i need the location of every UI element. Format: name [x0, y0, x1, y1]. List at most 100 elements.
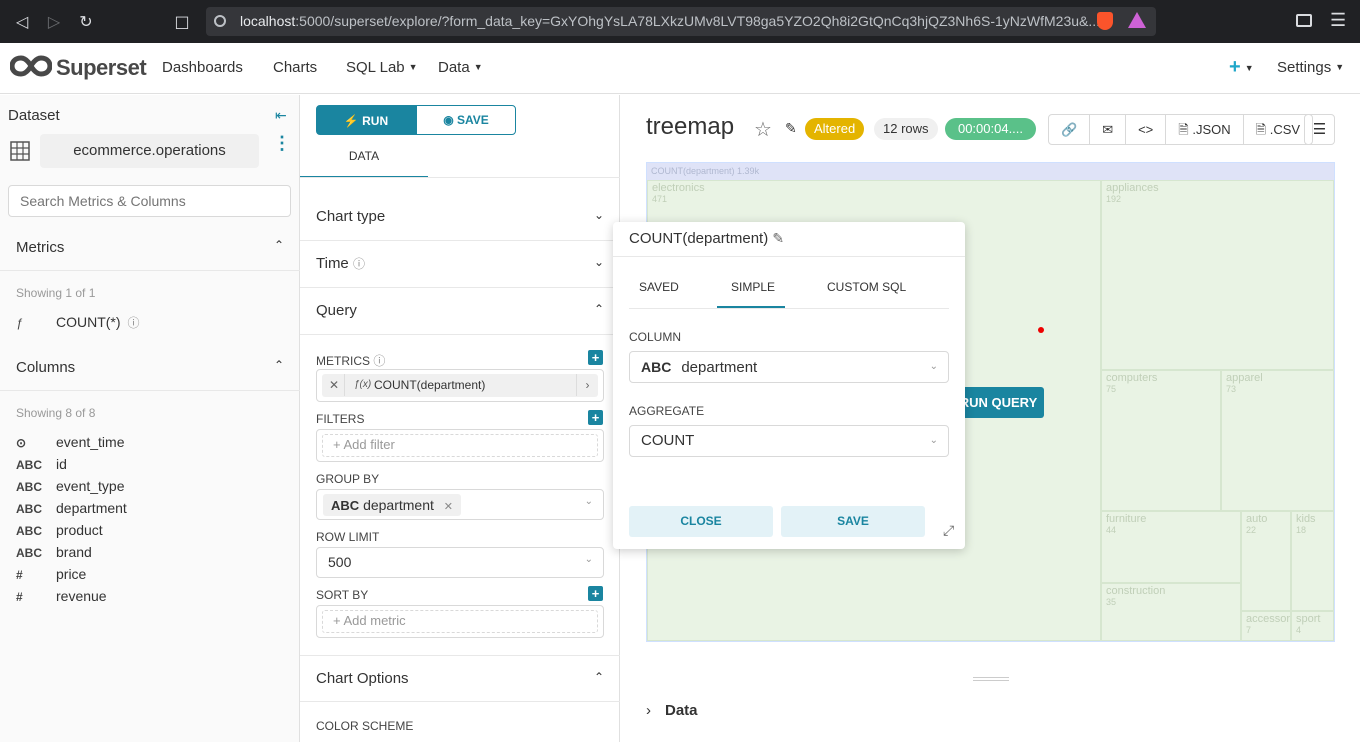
nav-dashboards[interactable]: Dashboards — [162, 59, 243, 76]
run-query-button[interactable]: RUN QUERY — [953, 387, 1044, 418]
add-filter-dropzone[interactable]: + Add filter — [322, 434, 598, 457]
column-item[interactable]: ABC product — [16, 522, 103, 544]
columns-section-header[interactable]: Columns ⌃ — [0, 345, 300, 391]
tab-data[interactable]: DATA — [300, 145, 428, 178]
export-csv-button[interactable]: 🗎 .CSV — [1244, 115, 1312, 144]
save-metric-button[interactable]: SAVE — [781, 506, 925, 537]
column-name: brand — [56, 544, 92, 560]
treemap-cell-value: 73 — [1226, 384, 1237, 394]
save-chart-button[interactable]: ◉ SAVE — [416, 105, 516, 135]
treemap-cell-label: sport — [1296, 613, 1321, 625]
star-icon[interactable]: ☆ — [754, 117, 772, 142]
aggregate-select[interactable]: COUNT ⌄ — [629, 425, 949, 457]
sortby-field[interactable]: + Add metric — [316, 605, 604, 638]
link-icon[interactable]: 🔗 — [1049, 115, 1091, 144]
treemap-cell[interactable]: accessor 7 — [1241, 611, 1291, 641]
back-icon[interactable]: ◁ — [12, 12, 32, 32]
remove-x-icon[interactable]: ✕ — [329, 374, 339, 396]
groupby-tag: ABC department ✕ — [323, 494, 461, 516]
section-chart-options[interactable]: Chart Options ⌃ — [300, 655, 620, 702]
add-metric-plus-icon[interactable]: + — [588, 350, 603, 365]
popover-title[interactable]: COUNT(department) ✎ — [629, 230, 784, 247]
site-info-icon[interactable] — [214, 15, 226, 27]
groupby-select[interactable]: ABC department ✕ ⌄ — [316, 489, 604, 520]
collapse-panel-icon[interactable]: ⇤ — [275, 107, 287, 124]
section-chart-type[interactable]: Chart type ⌄ — [300, 194, 620, 241]
column-item[interactable]: ⊙ event_time — [16, 434, 124, 456]
altered-badge[interactable]: Altered — [805, 118, 865, 140]
treemap-cell[interactable]: sport 4 — [1291, 611, 1334, 641]
column-item[interactable]: # revenue — [16, 588, 107, 610]
metrics-field[interactable]: ✕ ƒ(x) COUNT(department) › — [316, 369, 604, 402]
metric-item[interactable]: ƒ COUNT(*) ⓘ — [16, 314, 139, 331]
pencil-icon[interactable]: ✎ — [772, 230, 784, 246]
metrics-label: METRICS ⓘ — [316, 352, 385, 369]
reload-icon[interactable]: ↻ — [76, 12, 96, 32]
rowlimit-select[interactable]: 500 ⌄ — [316, 547, 604, 578]
data-section-toggle[interactable]: › Data — [646, 702, 698, 719]
time-title: Time — [316, 255, 349, 272]
metrics-section-header[interactable]: Metrics ⌃ — [0, 225, 300, 271]
section-query[interactable]: Query ⌃ — [300, 288, 620, 335]
close-button[interactable]: CLOSE — [629, 506, 773, 537]
new-plus-icon[interactable]: + ▼ — [1229, 56, 1254, 79]
bookmark-icon[interactable]: □ — [172, 12, 192, 32]
treemap-cell[interactable]: computers 75 — [1101, 370, 1221, 511]
chevron-right-icon[interactable]: › — [576, 374, 598, 396]
treemap-cell[interactable]: appliances 192 — [1101, 180, 1334, 370]
column-item[interactable]: # price — [16, 566, 86, 588]
remove-x-icon[interactable]: ✕ — [444, 501, 453, 513]
dataset-name[interactable]: ecommerce.operations — [40, 134, 259, 168]
tab-custom-sql[interactable]: CUSTOM SQL — [827, 280, 906, 294]
email-icon[interactable]: ✉ — [1090, 115, 1127, 144]
export-json-button[interactable]: 🗎 .JSON — [1166, 115, 1244, 144]
dataset-menu-icon[interactable]: ⋮ — [273, 134, 291, 152]
resize-corner-icon[interactable]: ⤢ — [943, 522, 954, 539]
add-metric-text: Add metric — [343, 613, 406, 628]
info-icon[interactable]: ⓘ — [353, 257, 365, 271]
add-metric-dropzone[interactable]: + Add metric — [322, 610, 598, 633]
column-item[interactable]: ABC id — [16, 456, 67, 478]
column-item[interactable]: ABC event_type — [16, 478, 125, 500]
function-icon: ƒ — [16, 316, 23, 330]
treemap-root-value: 1.39k — [737, 166, 760, 176]
brave-rewards-icon[interactable] — [1128, 12, 1146, 28]
treemap-cell[interactable]: kids 18 — [1291, 511, 1334, 611]
treemap-cell-label: electronics — [652, 182, 705, 194]
filters-field[interactable]: + Add filter — [316, 429, 604, 462]
forward-icon[interactable]: ▷ — [44, 12, 64, 32]
info-icon[interactable]: ⓘ — [127, 316, 139, 330]
nav-sql-lab[interactable]: SQL Lab ▼ — [346, 59, 418, 76]
column-select[interactable]: ABC department ⌄ — [629, 351, 949, 383]
chart-title[interactable]: treemap — [646, 113, 734, 141]
treemap-cell[interactable]: apparel 73 — [1221, 370, 1334, 511]
section-time[interactable]: Time ⓘ ⌄ — [300, 241, 620, 288]
add-filter-plus-icon[interactable]: + — [588, 410, 603, 425]
nav-data[interactable]: Data ▼ — [438, 59, 483, 76]
brave-shields-icon[interactable] — [1097, 12, 1113, 30]
column-item[interactable]: ABC department — [16, 500, 127, 522]
add-sort-plus-icon[interactable]: + — [588, 586, 603, 601]
edit-icon[interactable]: ✎ — [785, 120, 797, 137]
address-bar[interactable]: localhost:5000/superset/explore/?form_da… — [206, 7, 1156, 36]
superset-logo-icon[interactable] — [10, 55, 52, 77]
tab-simple[interactable]: SIMPLE — [731, 280, 775, 294]
more-menu-icon[interactable]: ☰ — [1304, 114, 1335, 145]
nav-charts[interactable]: Charts — [273, 59, 317, 76]
treemap-cell[interactable]: auto 22 — [1241, 511, 1291, 611]
resize-handle[interactable] — [973, 677, 1009, 681]
rowlimit-label: ROW LIMIT — [316, 530, 380, 544]
treemap-cell[interactable]: construction 35 — [1101, 583, 1241, 641]
info-icon[interactable]: ⓘ — [373, 354, 385, 368]
brand-name[interactable]: Superset — [56, 55, 147, 81]
settings-menu[interactable]: Settings ▼ — [1277, 59, 1344, 76]
tab-saved[interactable]: SAVED — [639, 280, 679, 294]
search-metrics-columns-input[interactable] — [8, 185, 291, 217]
run-button[interactable]: ⚡ RUN — [316, 105, 416, 135]
embed-code-icon[interactable]: <> — [1126, 115, 1167, 144]
metric-pill[interactable]: ✕ ƒ(x) COUNT(department) › — [322, 374, 598, 397]
wallet-icon[interactable] — [1296, 14, 1312, 27]
column-item[interactable]: ABC brand — [16, 544, 92, 566]
treemap-cell[interactable]: furniture 44 — [1101, 511, 1241, 583]
browser-menu-icon[interactable]: ☰ — [1330, 10, 1346, 31]
